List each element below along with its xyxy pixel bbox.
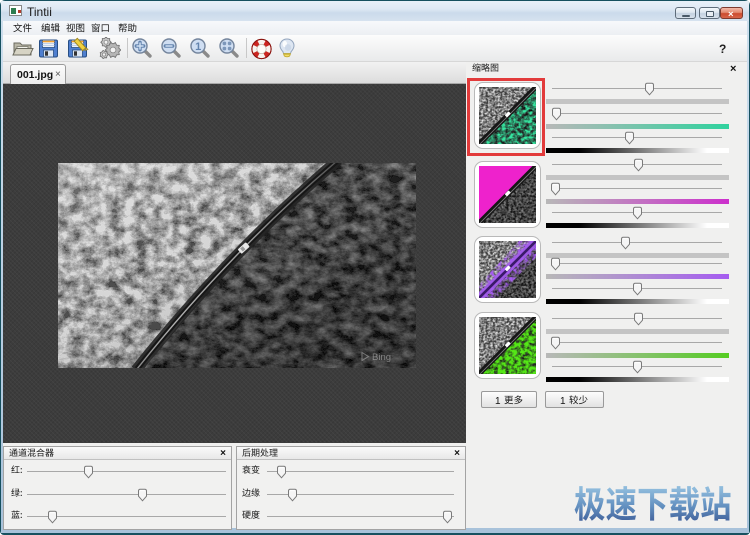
svg-text:1: 1	[195, 41, 201, 53]
svg-text:Bing: Bing	[372, 352, 391, 363]
